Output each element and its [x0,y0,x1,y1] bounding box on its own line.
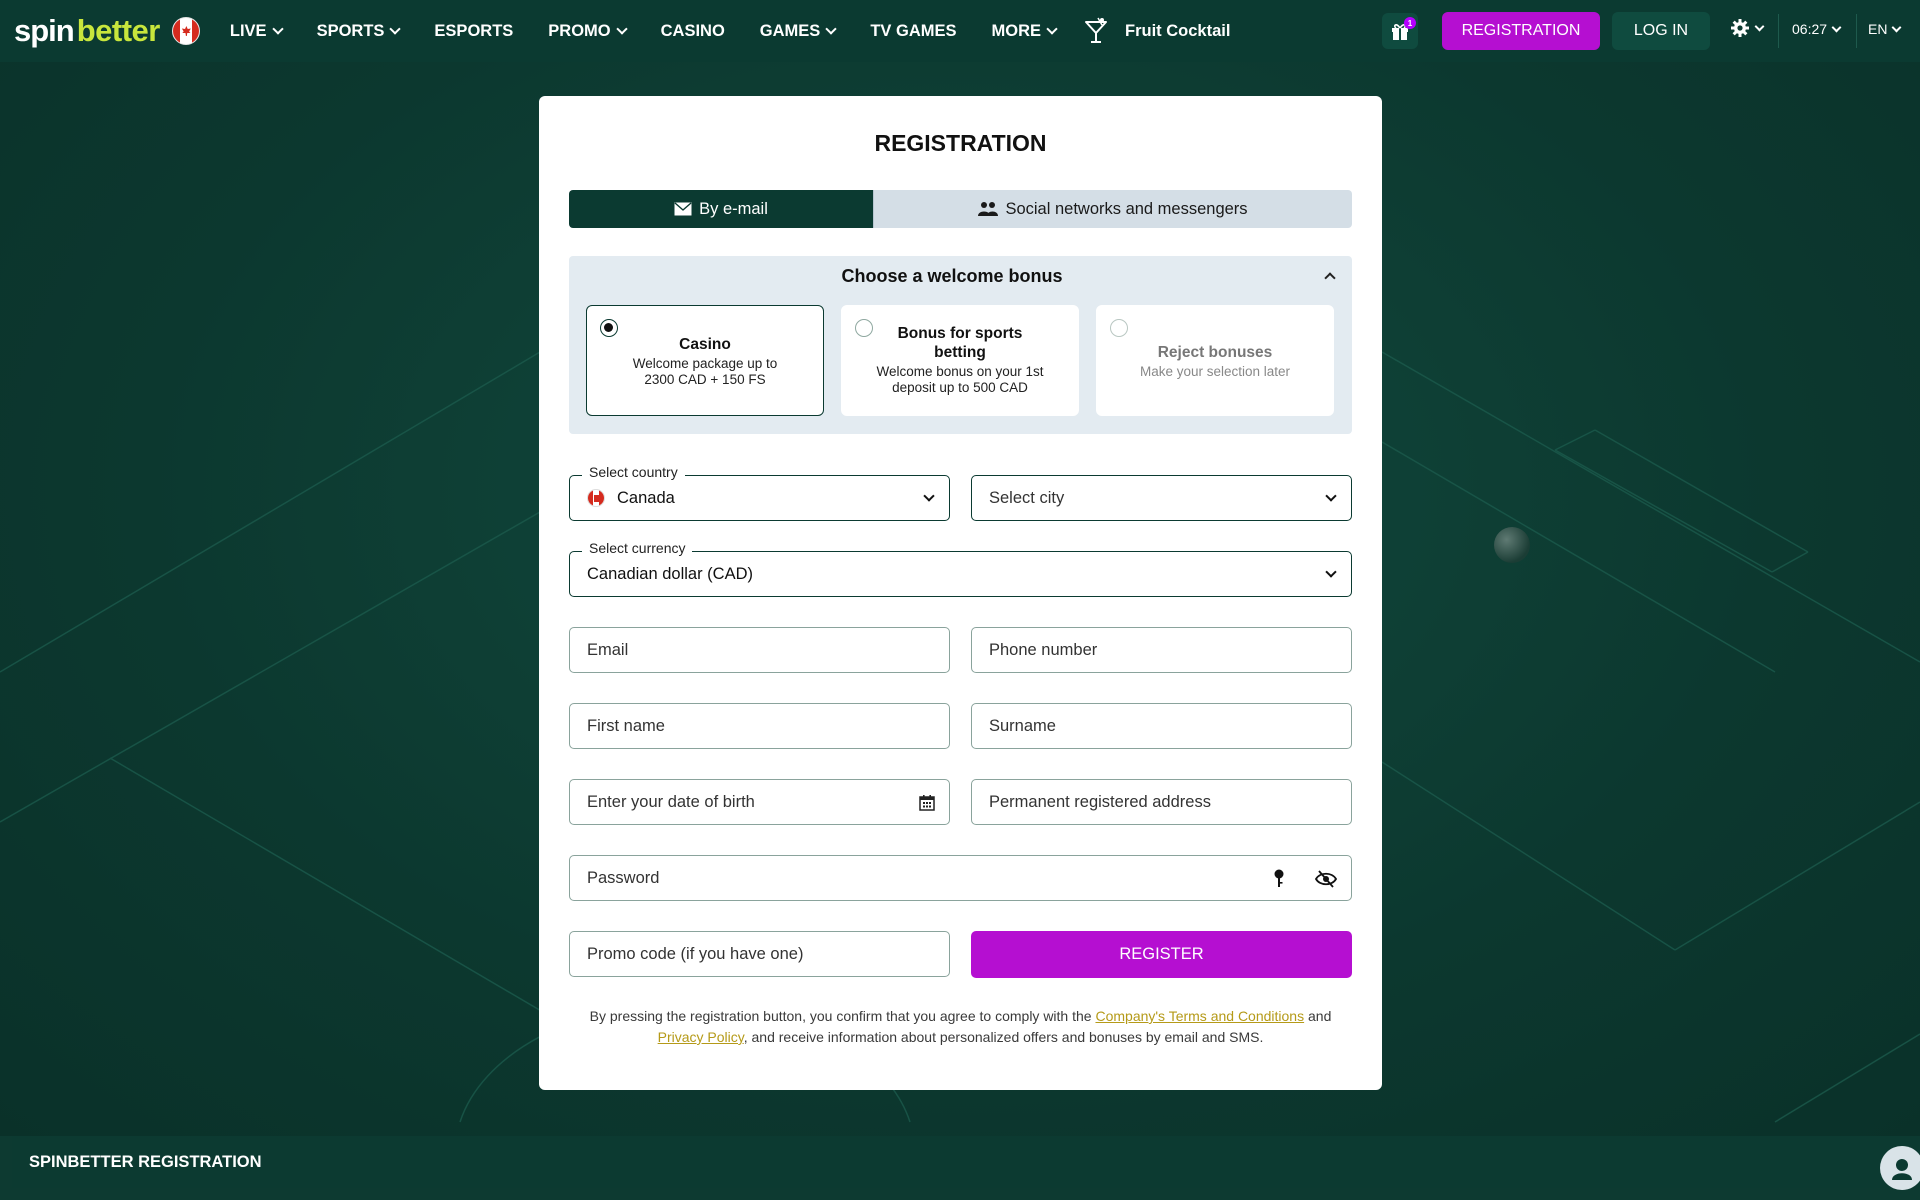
chevron-down-icon [1754,21,1765,31]
seo-section-header[interactable]: SPINBETTER REGISTRATION [12,1136,1920,1188]
spinbetter-logo[interactable]: spin better [14,0,160,62]
bonus-option-name: Casino [679,336,731,353]
address-field[interactable]: Permanent registered address [971,779,1352,825]
privacy-policy-link[interactable]: Privacy Policy [658,1029,744,1045]
support-chat-button[interactable] [1880,1146,1920,1190]
language-code: EN [1868,21,1888,37]
country-select[interactable]: Select country Canada [569,464,950,521]
tab-social-networks[interactable]: Social networks and messengers [873,190,1352,228]
first-name-placeholder: First name [587,716,665,735]
registration-button[interactable]: REGISTRATION [1442,12,1600,50]
bonus-option-desc: Make your selection later [1139,364,1291,379]
terms-and-conditions-link[interactable]: Company's Terms and Conditions [1095,1008,1304,1024]
nav-item-promo[interactable]: PROMO [548,22,628,41]
password-field[interactable]: Password [569,855,1352,901]
promo-placeholder: Promo code (if you have one) [587,944,804,963]
first-name-field[interactable]: First name [569,703,950,749]
canada-flag-icon [587,489,605,507]
settings-dropdown[interactable] [1730,18,1765,38]
footer-title: SPINBETTER REGISTRATION [29,1152,262,1171]
clock-time: 06:27 [1792,21,1828,37]
support-agent-icon [1892,1159,1912,1180]
login-button[interactable]: LOG IN [1612,12,1710,50]
bonus-option-name: Bonus for sports betting [897,325,1023,361]
ball-decoration [1494,527,1530,563]
radio-sports[interactable] [855,319,873,337]
radio-reject[interactable] [1110,319,1128,337]
nav-item-more[interactable]: MORE [992,22,1058,41]
welcome-bonus-panel: Choose a welcome bonus Casino Welcome pa… [569,256,1352,434]
nav-item-esports[interactable]: ESPORTS [434,22,513,41]
terms-text: , and receive information about personal… [743,1029,1264,1045]
nav-item-casino[interactable]: CASINO [661,22,725,41]
clock-dropdown[interactable]: 06:27 [1792,21,1842,37]
city-placeholder: Select city [989,488,1065,507]
tab-by-email[interactable]: By e-mail [569,190,873,228]
page-title: REGISTRATION [874,130,1047,156]
date-of-birth-field[interactable]: Enter your date of birth [569,779,950,825]
nav-item-tv-games[interactable]: TV GAMES [870,22,956,41]
registration-card: REGISTRATION By e-mail Social networks a… [539,96,1382,1090]
envelope-icon [674,202,692,216]
password-placeholder: Password [587,868,660,887]
canada-flag-icon[interactable] [171,17,200,45]
nav-item-fruit-cocktail[interactable]: Fruit Cocktail [1083,17,1230,45]
currency-select[interactable]: Select currency Canadian dollar (CAD) [569,540,1352,597]
chevron-down-icon [1325,566,1337,578]
dob-placeholder: Enter your date of birth [587,792,755,811]
phone-field[interactable]: Phone number [971,627,1352,673]
nav-item-games[interactable]: GAMES [760,22,837,41]
logo-text-spin: spin [14,13,75,48]
surname-placeholder: Surname [989,716,1056,735]
chevron-down-icon [389,23,402,35]
gift-badge: 1 [1404,17,1416,29]
logo-text-better: better [76,13,161,48]
chevron-down-icon [1325,490,1337,502]
radio-casino[interactable] [600,319,618,337]
chevron-down-icon [825,23,837,35]
language-dropdown[interactable]: EN [1868,21,1902,37]
country-value: Canada [617,488,675,507]
city-select[interactable]: Select city [971,475,1352,521]
chevron-down-icon [1892,22,1902,32]
registration-method-tabs: By e-mail Social networks and messengers [569,190,1352,228]
currency-value: Canadian dollar (CAD) [587,564,753,583]
nav-item-live[interactable]: LIVE [230,22,284,41]
bonus-option-sports[interactable]: Bonus for sports betting Welcome bonus o… [841,305,1079,416]
gift-button[interactable]: 1 [1382,13,1418,49]
surname-field[interactable]: Surname [971,703,1352,749]
chevron-down-icon [1831,22,1842,32]
header-divider [1778,14,1779,48]
promo-code-field[interactable]: Promo code (if you have one) [569,931,950,977]
bonus-option-desc: Welcome bonus on your 1st deposit up to … [876,364,1044,395]
terms-text: and [1304,1008,1332,1024]
bonus-panel-title: Choose a welcome bonus [841,266,1063,286]
email-field[interactable]: Email [569,627,950,673]
bonus-option-reject[interactable]: Reject bonuses Make your selection later [1096,305,1334,416]
chevron-down-icon [615,23,628,35]
email-placeholder: Email [587,640,629,659]
bonus-option-name: Reject bonuses [1157,344,1273,361]
nav-item-sports[interactable]: SPORTS [317,22,402,41]
address-placeholder: Permanent registered address [989,792,1211,811]
chevron-down-icon [1046,23,1058,35]
calendar-icon[interactable] [919,794,935,811]
terms-text: By pressing the registration button, you… [589,1008,1096,1024]
gear-icon [1731,19,1749,37]
key-icon[interactable] [1273,869,1285,889]
header-divider [1856,14,1857,48]
chevron-down-icon [923,490,935,502]
bonus-option-casino[interactable]: Casino Welcome package up to 2300 CAD + … [586,305,824,416]
currency-select-label: Select currency [582,540,693,556]
main-nav: LIVE SPORTS ESPORTS PROMO CASINO GAMES T… [230,17,1266,45]
users-icon [978,202,999,216]
eye-slash-icon[interactable] [1315,870,1337,888]
terms-notice: By pressing the registration button, you… [569,1006,1352,1048]
country-select-label: Select country [582,464,685,480]
chevron-down-icon [271,23,284,35]
cocktail-icon [1085,17,1107,43]
phone-placeholder: Phone number [989,640,1098,659]
bonus-option-desc: Welcome package up to 2300 CAD + 150 FS [632,356,778,387]
register-button[interactable]: REGISTER [971,931,1352,978]
